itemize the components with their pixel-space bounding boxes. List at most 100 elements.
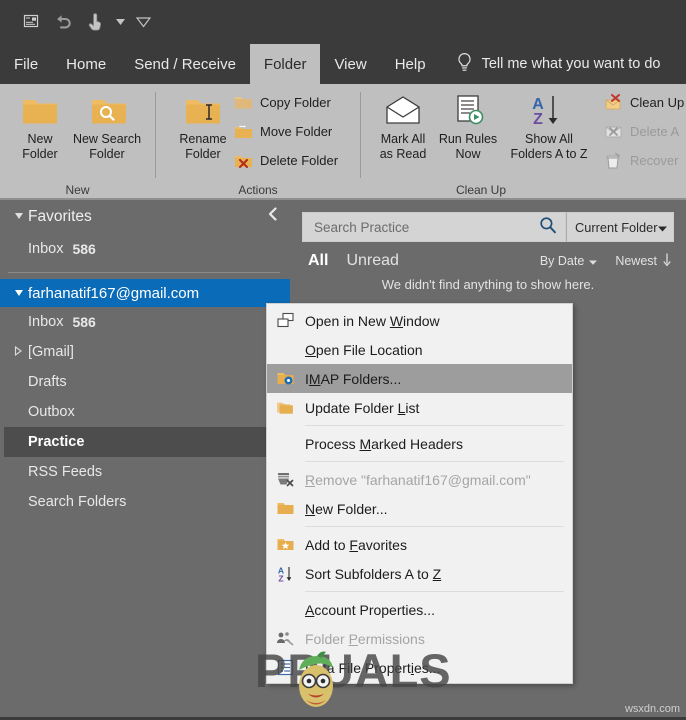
search-scope-label: Current Folder	[575, 219, 658, 235]
menu-item-folder-permissions: Folder Permissions	[267, 624, 572, 653]
menu-item-open-in-new-window[interactable]: Open in New Window	[267, 306, 572, 335]
new-search-folder-label-2: Folder	[89, 147, 125, 161]
ribbon-display-options-icon[interactable]	[130, 7, 156, 37]
favorites-inbox-count: 586	[72, 241, 96, 257]
delete-all-label: Delete A	[630, 124, 680, 139]
ribbon-group-cleanup: Mark All as Read Run Rules Now A Z Show …	[361, 84, 686, 200]
new-folder-button[interactable]: New Folder	[3, 88, 77, 162]
sidebar-item-account[interactable]: farhanatif167@gmail.com	[0, 279, 290, 307]
menu-item-imap-folders[interactable]: IMAP Folders...	[267, 364, 572, 393]
tell-me-search[interactable]: Tell me what you want to do	[440, 44, 661, 84]
run-rules-now-label-1: Run Rules	[438, 132, 498, 146]
show-all-folders-az-button[interactable]: A Z Show All Folders A to Z	[496, 88, 602, 162]
triangle-down-icon	[14, 285, 28, 302]
sidebar-item-favorites-inbox[interactable]: Inbox 586	[0, 234, 290, 264]
chevron-down-icon	[589, 254, 598, 268]
customize-quick-access-icon[interactable]	[16, 7, 46, 37]
menu-item-data-file-properties[interactable]: Data File Properties...	[267, 653, 572, 682]
menu-label: Remove "farhanatif167@gmail.com"	[305, 471, 531, 488]
mark-all-read-button[interactable]: Mark All as Read	[366, 88, 440, 162]
undo-icon[interactable]	[48, 7, 78, 37]
new-folder-label-1: New	[27, 132, 53, 146]
favorites-label: Favorites	[28, 208, 92, 225]
chevron-left-icon[interactable]	[267, 207, 278, 223]
menu-label: Account Properties...	[305, 601, 435, 618]
sort-order-label: Newest	[615, 254, 657, 268]
sidebar-item-practice[interactable]: Practice	[0, 427, 290, 457]
svg-text:Z: Z	[278, 573, 283, 583]
menu-item-remove-account: Remove "farhanatif167@gmail.com"	[267, 465, 572, 494]
dropdown-caret-icon[interactable]	[112, 7, 128, 37]
move-folder-icon	[234, 122, 253, 141]
sidebar-item-gmail[interactable]: [Gmail]	[0, 337, 290, 367]
search-bar: Current Folder	[290, 200, 686, 242]
sidebar-item-search-folders[interactable]: Search Folders	[0, 487, 290, 517]
tab-folder[interactable]: Folder	[249, 44, 321, 84]
recover-deleted-label: Recover	[630, 153, 679, 168]
svg-text:Z: Z	[533, 111, 543, 128]
rename-folder-label-2: Folder	[185, 147, 221, 161]
menu-label: Update Folder List	[305, 399, 420, 416]
copy-folder-button[interactable]: Copy Folder	[234, 93, 331, 112]
data-file-properties-icon	[267, 653, 303, 682]
menu-item-account-properties[interactable]: Account Properties...	[267, 595, 572, 624]
drafts-label: Drafts	[28, 374, 67, 390]
search-icon[interactable]	[539, 216, 557, 239]
sidebar-item-outbox[interactable]: Outbox	[0, 397, 290, 427]
menu-label: Open in New Window	[305, 312, 440, 329]
sort-order-toggle[interactable]: Newest	[615, 253, 672, 269]
filter-all[interactable]: All	[308, 252, 328, 270]
empty-list-message: We didn't find anything to show here.	[381, 277, 595, 292]
tab-help[interactable]: Help	[381, 44, 440, 84]
inbox-label: Inbox	[28, 314, 64, 330]
triangle-right-icon[interactable]	[14, 345, 22, 359]
folder-permissions-icon	[267, 624, 303, 653]
rename-folder-icon	[166, 88, 240, 132]
menu-item-new-folder[interactable]: New Folder...	[267, 494, 572, 523]
ribbon-group-new: New Folder New Search Folder New	[0, 84, 155, 200]
delete-all-icon	[604, 122, 623, 141]
copy-folder-label: Copy Folder	[260, 95, 331, 110]
new-search-folder-button[interactable]: New Search Folder	[70, 88, 144, 162]
search-input[interactable]	[314, 219, 539, 235]
run-rules-now-button[interactable]: Run Rules Now	[431, 88, 505, 162]
sidebar-item-inbox[interactable]: Inbox 586	[0, 307, 290, 337]
menu-item-process-marked-headers[interactable]: Process Marked Headers	[267, 429, 572, 458]
sidebar-item-drafts[interactable]: Drafts	[0, 367, 290, 397]
outlook-window: File Home Send / Receive Folder View Hel…	[0, 0, 686, 720]
menu-item-update-folder-list[interactable]: Update Folder List	[267, 393, 572, 422]
add-favorites-icon	[267, 530, 303, 559]
rss-feeds-label: RSS Feeds	[28, 464, 103, 480]
search-scope-dropdown[interactable]: Current Folder	[566, 212, 674, 242]
rename-folder-button[interactable]: Rename Folder	[166, 88, 240, 162]
new-folder-small-icon	[267, 494, 303, 523]
menu-label: Add to Favorites	[305, 536, 407, 553]
open-new-window-icon	[267, 306, 303, 335]
delete-folder-label: Delete Folder	[260, 153, 339, 168]
sidebar-item-rss-feeds[interactable]: RSS Feeds	[0, 457, 290, 487]
tab-home[interactable]: Home	[52, 44, 120, 84]
search-box[interactable]	[302, 212, 566, 242]
ribbon-group-actions: Rename Folder Copy Folder Move Folder De…	[156, 84, 360, 200]
clean-up-button[interactable]: Clean Up	[604, 93, 684, 112]
tab-send-receive[interactable]: Send / Receive	[120, 44, 250, 84]
lightbulb-icon	[456, 52, 473, 77]
favorites-header[interactable]: Favorites	[0, 200, 290, 234]
ribbon-tab-bar: File Home Send / Receive Folder View Hel…	[0, 44, 686, 84]
run-rules-now-icon	[431, 88, 505, 132]
menu-item-add-to-favorites[interactable]: Add to Favorites	[267, 530, 572, 559]
touch-mode-icon[interactable]	[80, 7, 110, 37]
menu-separator	[305, 461, 564, 462]
ribbon-group-actions-title: Actions	[238, 183, 278, 197]
delete-folder-button[interactable]: Delete Folder	[234, 151, 338, 170]
tab-view[interactable]: View	[320, 44, 380, 84]
sort-by-dropdown[interactable]: By Date	[540, 254, 598, 268]
filter-unread[interactable]: Unread	[346, 252, 398, 270]
folder-context-menu: Open in New Window Open File Location IM…	[266, 303, 573, 684]
move-folder-button[interactable]: Move Folder	[234, 122, 332, 141]
menu-item-sort-subfolders[interactable]: A Z Sort Subfolders A to Z	[267, 559, 572, 588]
imap-folders-icon	[267, 364, 303, 393]
menu-item-open-file-location[interactable]: Open File Location	[267, 335, 572, 364]
tab-file[interactable]: File	[0, 44, 52, 84]
copy-folder-icon	[234, 93, 253, 112]
